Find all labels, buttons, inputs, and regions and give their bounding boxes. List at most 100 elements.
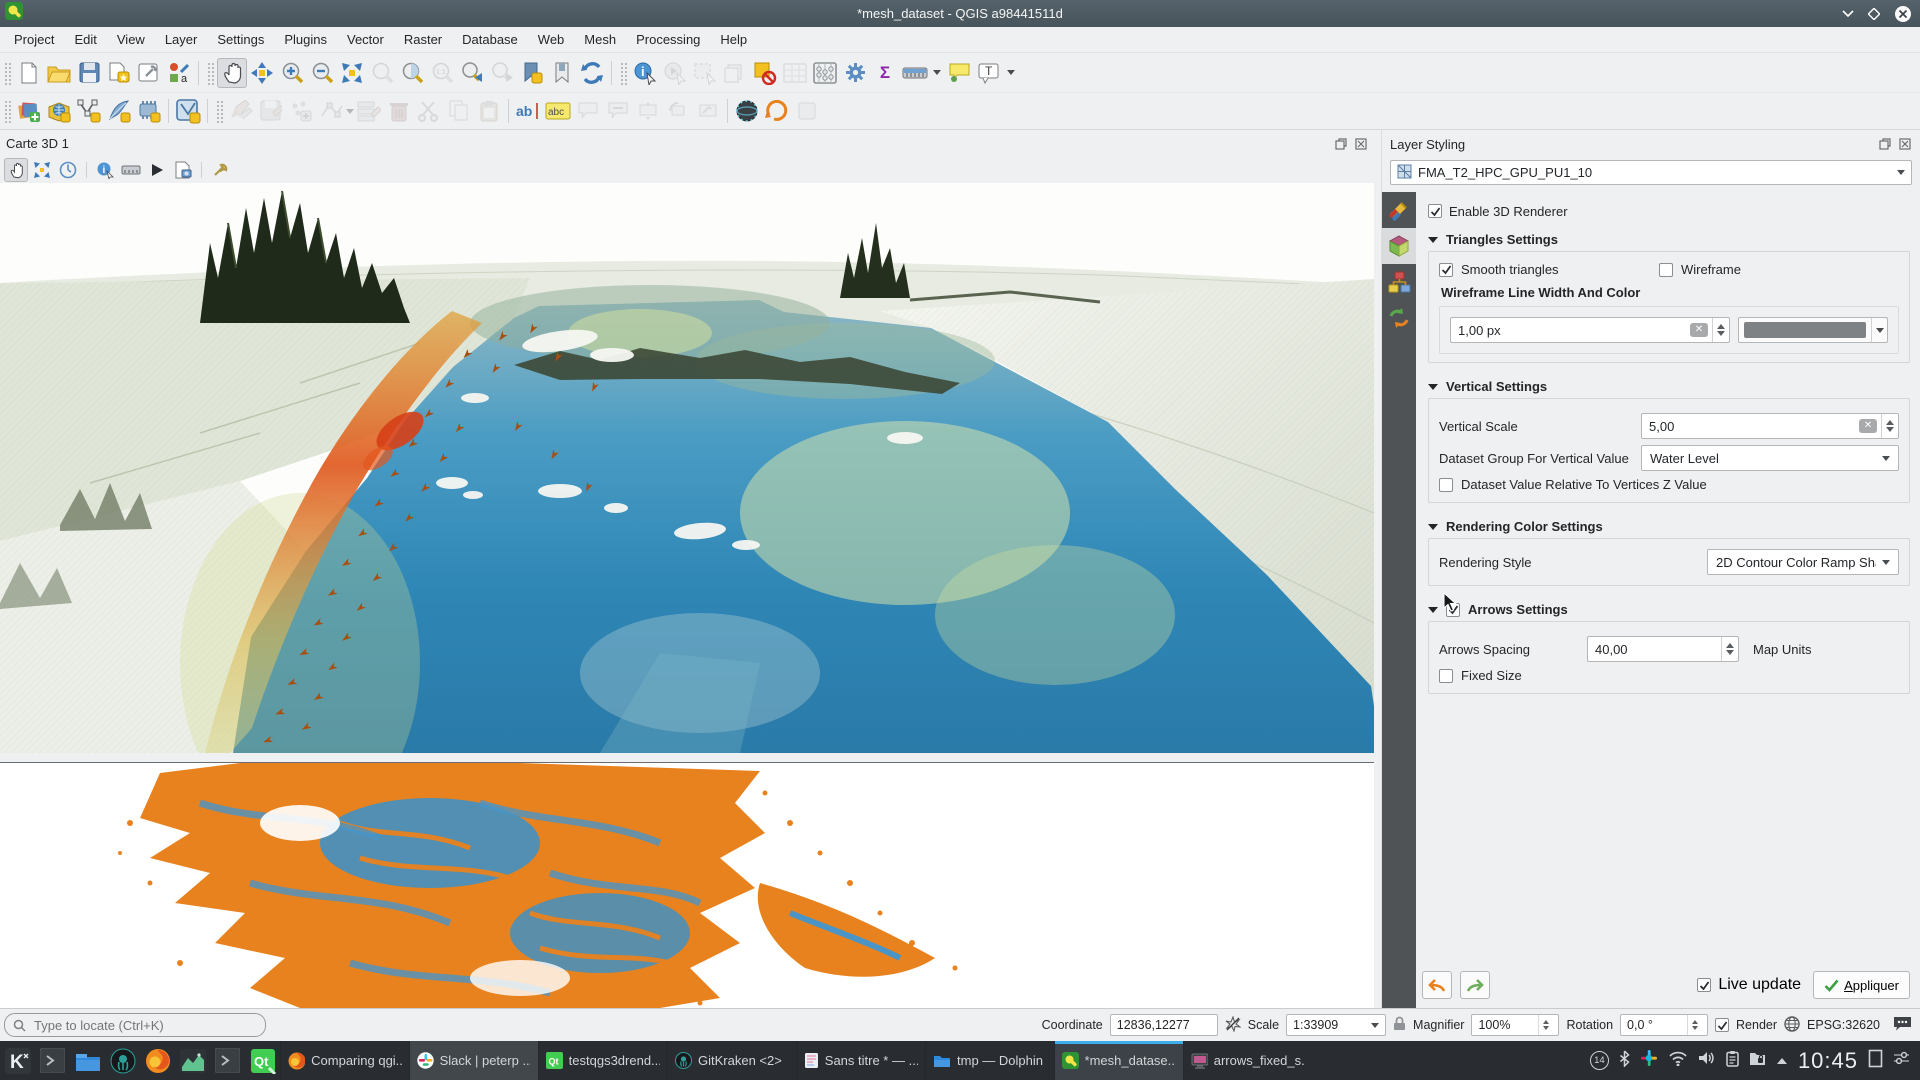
zoom-last-icon[interactable] — [457, 58, 487, 88]
clear-value-icon[interactable]: ✕ — [1690, 323, 1708, 337]
task-slack[interactable]: Slack | peterp ... — [409, 1041, 538, 1080]
toolbar-handle[interactable] — [3, 61, 11, 85]
messages-icon[interactable] — [1893, 1016, 1912, 1034]
new-shapefile-icon[interactable] — [74, 96, 104, 126]
map3d-viewport[interactable] — [0, 183, 1374, 753]
menu-processing[interactable]: Processing — [626, 27, 710, 53]
menu-vector[interactable]: Vector — [337, 27, 394, 53]
measure-icon[interactable] — [900, 58, 930, 88]
locator-bar[interactable] — [4, 1013, 266, 1037]
tab-history[interactable] — [1382, 300, 1416, 336]
task-gitkraken[interactable]: GitKraken <2> — [667, 1041, 796, 1080]
clipboard-icon[interactable] — [1726, 1050, 1739, 1072]
identify-3d-icon[interactable]: i — [93, 158, 117, 182]
wireframe-width-spinbox[interactable]: 1,00 px ✕ — [1450, 317, 1730, 343]
identify-features-icon[interactable]: i — [630, 58, 660, 88]
show-desktop-icon[interactable] — [1868, 1049, 1883, 1073]
map-tips-icon[interactable] — [944, 58, 974, 88]
close-icon[interactable] — [1894, 5, 1912, 23]
data-source-manager-icon[interactable] — [14, 96, 44, 126]
processing-history-icon[interactable] — [762, 96, 792, 126]
relative-z-checkbox[interactable] — [1439, 478, 1453, 492]
map2d-viewport[interactable] — [0, 762, 1374, 1008]
arrows-section-header[interactable]: Arrows Settings — [1428, 602, 1910, 617]
layer-diagram-icon[interactable]: abc — [543, 96, 573, 126]
options-3d-icon[interactable] — [208, 158, 232, 182]
open-project-icon[interactable] — [44, 58, 74, 88]
launcher-terminal-icon[interactable] — [35, 1041, 70, 1080]
volume-icon[interactable] — [1698, 1050, 1716, 1071]
rendering-style-combo[interactable]: 2D Contour Color Ramp Shader — [1707, 549, 1899, 575]
fixed-size-checkbox[interactable] — [1439, 669, 1453, 683]
extents-toggle-icon[interactable] — [1225, 1016, 1241, 1035]
coordinate-field[interactable]: 12836,12277 — [1110, 1014, 1218, 1036]
new-3d-map-icon[interactable] — [173, 96, 203, 126]
style-manager-icon[interactable]: a — [164, 58, 194, 88]
menu-plugins[interactable]: Plugins — [274, 27, 337, 53]
tab-attributes[interactable] — [1382, 264, 1416, 300]
spinner-buttons[interactable] — [1712, 318, 1729, 342]
statistics-abacus-icon[interactable] — [810, 58, 840, 88]
save-as-icon[interactable] — [104, 58, 134, 88]
float-panel-icon[interactable] — [1334, 137, 1348, 151]
layer-selector-combo[interactable]: FMA_T2_HPC_GPU_PU1_10 — [1390, 160, 1912, 185]
crs-label[interactable]: EPSG:32620 — [1807, 1018, 1880, 1032]
menu-layer[interactable]: Layer — [155, 27, 208, 53]
layer-labeling-icon[interactable]: ab — [513, 96, 543, 126]
close-styling-icon[interactable] — [1898, 137, 1912, 151]
refresh-icon[interactable] — [577, 58, 607, 88]
notifications-badge[interactable]: 14 — [1590, 1051, 1609, 1070]
menu-settings[interactable]: Settings — [207, 27, 274, 53]
menu-mesh[interactable]: Mesh — [574, 27, 626, 53]
camera-pan-icon[interactable] — [4, 158, 28, 182]
launcher-kraken-icon[interactable] — [105, 1041, 140, 1080]
menu-project[interactable]: Project — [4, 27, 64, 53]
launcher-dolphin-icon[interactable] — [70, 1041, 105, 1080]
vertical-section-header[interactable]: Vertical Settings — [1428, 379, 1910, 394]
task-qt-app[interactable]: Qt testqgs3drend... — [538, 1041, 667, 1080]
lock-scale-icon[interactable] — [1393, 1016, 1406, 1034]
wireframe-color-button[interactable] — [1738, 317, 1888, 343]
measure-3d-icon[interactable] — [119, 158, 143, 182]
wifi-icon[interactable] — [1668, 1050, 1688, 1071]
crs-globe-icon[interactable] — [1784, 1016, 1800, 1035]
task-kate[interactable]: Sans titre * — ... — [796, 1041, 925, 1080]
measure-dropdown-icon[interactable] — [933, 70, 941, 75]
save-image-3d-icon[interactable] — [171, 158, 195, 182]
task-dolphin[interactable]: tmp — Dolphin — [925, 1041, 1054, 1080]
zoom-to-layer-icon[interactable] — [397, 58, 427, 88]
new-mesh-layer-icon[interactable] — [134, 96, 164, 126]
render-globe-icon[interactable] — [732, 96, 762, 126]
project-properties-icon[interactable] — [134, 58, 164, 88]
vault-icon[interactable] — [1749, 1051, 1766, 1071]
menu-raster[interactable]: Raster — [394, 27, 452, 53]
save-project-icon[interactable] — [74, 58, 104, 88]
tab-3d-view[interactable] — [1382, 228, 1416, 264]
launcher-monitor-icon[interactable] — [175, 1041, 210, 1080]
minimize-icon[interactable] — [1842, 10, 1854, 18]
tab-symbology[interactable] — [1382, 192, 1416, 228]
maximize-icon[interactable] — [1868, 8, 1880, 20]
zoom-full-icon[interactable] — [337, 58, 367, 88]
menu-database[interactable]: Database — [452, 27, 528, 53]
enable-3d-checkbox[interactable] — [1428, 204, 1442, 218]
new-geopackage-icon[interactable] — [44, 96, 74, 126]
scale-combo[interactable]: 1:33909 — [1286, 1014, 1386, 1036]
slack-tray-icon[interactable] — [1640, 1049, 1658, 1072]
menu-web[interactable]: Web — [528, 27, 575, 53]
app-launcher-kde-icon[interactable]: K — [0, 1041, 35, 1080]
arrows-spacing-spinbox[interactable]: 40,00 — [1587, 636, 1739, 662]
statistical-summary-icon[interactable]: Σ — [870, 58, 900, 88]
magnifier-spinbox[interactable]: 100% — [1471, 1014, 1559, 1036]
undo-style-button[interactable] — [1422, 971, 1452, 999]
wireframe-checkbox[interactable] — [1659, 263, 1673, 277]
dataset-group-combo[interactable]: Water Level — [1641, 445, 1899, 471]
spinner-buttons[interactable] — [1721, 637, 1738, 661]
menu-help[interactable]: Help — [710, 27, 757, 53]
zoom-out-icon[interactable] — [307, 58, 337, 88]
zoom-in-icon[interactable] — [277, 58, 307, 88]
spinner-buttons[interactable] — [1881, 414, 1898, 438]
new-bookmark-icon[interactable] — [517, 58, 547, 88]
launcher-qt-icon[interactable]: Qt — [245, 1041, 280, 1080]
deselect-features-icon[interactable] — [750, 58, 780, 88]
